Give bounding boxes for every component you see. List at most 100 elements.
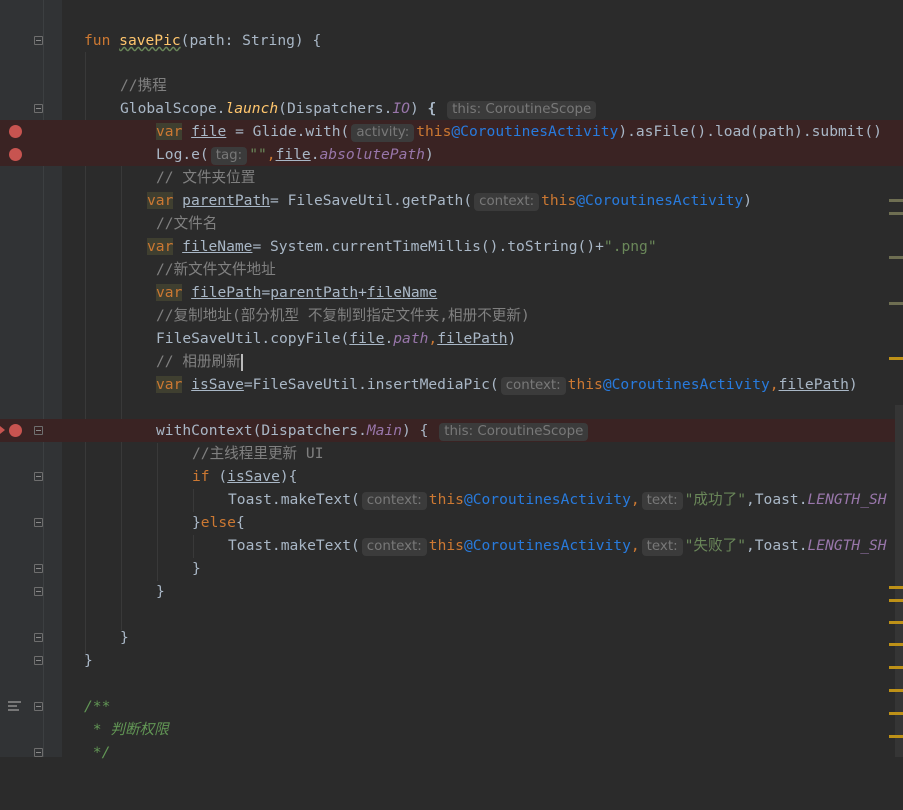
error-marker[interactable] bbox=[889, 735, 903, 738]
error-marker[interactable] bbox=[889, 357, 903, 360]
variable[interactable]: isSave bbox=[191, 376, 244, 393]
inlay-hint: this: CoroutineScope bbox=[439, 423, 589, 441]
code-line-current[interactable]: // 相册刷新 bbox=[0, 350, 903, 373]
fold-icon[interactable] bbox=[34, 587, 43, 596]
label: @CoroutinesActivity bbox=[463, 537, 631, 554]
warning-marker[interactable] bbox=[889, 212, 903, 215]
code-line[interactable]: var filePath=parentPath+fileName bbox=[0, 281, 903, 304]
breakpoint-icon[interactable] bbox=[9, 148, 22, 161]
warning-marker[interactable] bbox=[889, 199, 903, 202]
code-line-breakpoint[interactable]: withContext(Dispatchers.Main) { this: Co… bbox=[0, 419, 903, 442]
inlay-hint: context: bbox=[474, 193, 540, 211]
constant: LENGTH_SH bbox=[807, 537, 887, 554]
variable[interactable]: fileName bbox=[182, 238, 252, 255]
fold-icon[interactable] bbox=[34, 36, 43, 45]
execution-arrow-icon bbox=[0, 426, 5, 434]
keyword: fun bbox=[84, 32, 120, 49]
breakpoint-icon[interactable] bbox=[9, 125, 22, 138]
variable[interactable]: parentPath bbox=[182, 192, 270, 209]
warning-marker[interactable] bbox=[889, 302, 903, 305]
error-marker[interactable] bbox=[889, 712, 903, 715]
keyword: else bbox=[200, 514, 236, 531]
fold-icon[interactable] bbox=[34, 748, 43, 757]
doc-comment: */ bbox=[84, 744, 111, 761]
code-line[interactable]: //复制地址(部分机型 不复制到指定文件夹,相册不更新) bbox=[0, 304, 903, 327]
code-line[interactable]: var parentPath= FileSaveUtil.getPath(con… bbox=[0, 189, 903, 212]
code-line[interactable]: GlobalScope.launch(Dispatchers.IO) { thi… bbox=[0, 97, 903, 120]
inlay-hint: context: bbox=[500, 377, 566, 395]
code-line[interactable]: if (isSave){ bbox=[0, 465, 903, 488]
collapsed-lines-icon[interactable] bbox=[8, 701, 21, 712]
code-line[interactable]: * 判断权限 bbox=[0, 718, 903, 741]
code-line[interactable]: Toast.makeText(context: this@CoroutinesAc… bbox=[0, 488, 903, 511]
fold-icon[interactable] bbox=[34, 472, 43, 481]
error-marker[interactable] bbox=[889, 586, 903, 589]
code-line[interactable]: fun savePic(path: String) { bbox=[0, 29, 903, 52]
variable[interactable]: file bbox=[276, 146, 311, 163]
error-marker[interactable] bbox=[889, 599, 903, 602]
string-literal: ".png" bbox=[603, 238, 657, 255]
scrollbar-track[interactable] bbox=[895, 405, 903, 757]
brace: } bbox=[84, 652, 93, 669]
error-marker[interactable] bbox=[889, 621, 903, 624]
warning-marker[interactable] bbox=[889, 256, 903, 259]
variable[interactable]: filePath bbox=[779, 376, 849, 393]
keyword: if bbox=[192, 468, 210, 485]
code-line[interactable]: } bbox=[0, 626, 903, 649]
variable[interactable]: filePath bbox=[437, 330, 507, 347]
code-line[interactable]: FileSaveUtil.copyFile(file.path,filePath… bbox=[0, 327, 903, 350]
variable[interactable]: parentPath bbox=[270, 284, 358, 301]
keyword: this bbox=[567, 376, 603, 393]
code-line[interactable]: } bbox=[0, 649, 903, 672]
code-text: . bbox=[310, 146, 320, 163]
keyword: var bbox=[156, 123, 183, 140]
code-text: ) bbox=[424, 146, 434, 163]
comment: // 相册刷新 bbox=[156, 353, 241, 370]
comment: //新文件文件地址 bbox=[156, 261, 276, 278]
variable[interactable]: filePath bbox=[191, 284, 261, 301]
keyword: var bbox=[147, 192, 174, 209]
code-text: ) bbox=[743, 192, 752, 209]
code-text: GlobalScope. bbox=[120, 100, 226, 117]
code-line[interactable]: var fileName= System.currentTimeMillis()… bbox=[0, 235, 903, 258]
code-line[interactable]: /** bbox=[0, 695, 903, 718]
comment: // 文件夹位置 bbox=[156, 169, 256, 186]
fold-icon[interactable] bbox=[34, 564, 43, 573]
fold-icon[interactable] bbox=[34, 633, 43, 642]
code-line[interactable]: //新文件文件地址 bbox=[0, 258, 903, 281]
inlay-hint: context: bbox=[361, 538, 427, 556]
fold-icon[interactable] bbox=[34, 656, 43, 665]
variable[interactable]: isSave bbox=[227, 468, 280, 485]
code-line[interactable]: } bbox=[0, 580, 903, 603]
fold-icon[interactable] bbox=[34, 426, 43, 435]
variable[interactable]: file bbox=[349, 330, 384, 347]
function-params: (path: String) { bbox=[180, 32, 322, 49]
code-line[interactable]: Toast.makeText(context: this@CoroutinesAc… bbox=[0, 534, 903, 557]
code-line-breakpoint[interactable]: Log.e(tag: "",file.absolutePath) bbox=[0, 143, 903, 166]
code-line[interactable]: */ bbox=[0, 741, 903, 764]
variable[interactable]: fileName bbox=[367, 284, 437, 301]
code-line[interactable]: //携程 bbox=[0, 74, 903, 97]
error-marker[interactable] bbox=[889, 643, 903, 646]
fold-icon[interactable] bbox=[34, 104, 43, 113]
code-line-breakpoint[interactable]: var file = Glide.with(activity: this@Coro… bbox=[0, 120, 903, 143]
error-marker[interactable] bbox=[889, 666, 903, 669]
code-text: ,Toast. bbox=[745, 537, 808, 554]
error-marker[interactable] bbox=[889, 689, 903, 692]
function-name[interactable]: savePic bbox=[119, 32, 181, 49]
code-line[interactable]: // 文件夹位置 bbox=[0, 166, 903, 189]
variable[interactable]: file bbox=[191, 123, 226, 140]
code-line[interactable]: }else{ bbox=[0, 511, 903, 534]
fold-icon[interactable] bbox=[34, 518, 43, 527]
code-text: =FileSaveUtil.insertMediaPic( bbox=[243, 376, 499, 393]
code-line[interactable]: //文件名 bbox=[0, 212, 903, 235]
breakpoint-icon[interactable] bbox=[9, 424, 22, 437]
code-line[interactable]: //主线程里更新 UI bbox=[0, 442, 903, 465]
brace: { bbox=[427, 100, 437, 117]
fold-icon[interactable] bbox=[34, 702, 43, 711]
inlay-hint: tag: bbox=[210, 147, 248, 165]
code-line[interactable]: var isSave=FileSaveUtil.insertMediaPic(c… bbox=[0, 373, 903, 396]
brace: } bbox=[156, 583, 165, 600]
code-line[interactable]: } bbox=[0, 557, 903, 580]
text-caret bbox=[240, 353, 243, 371]
